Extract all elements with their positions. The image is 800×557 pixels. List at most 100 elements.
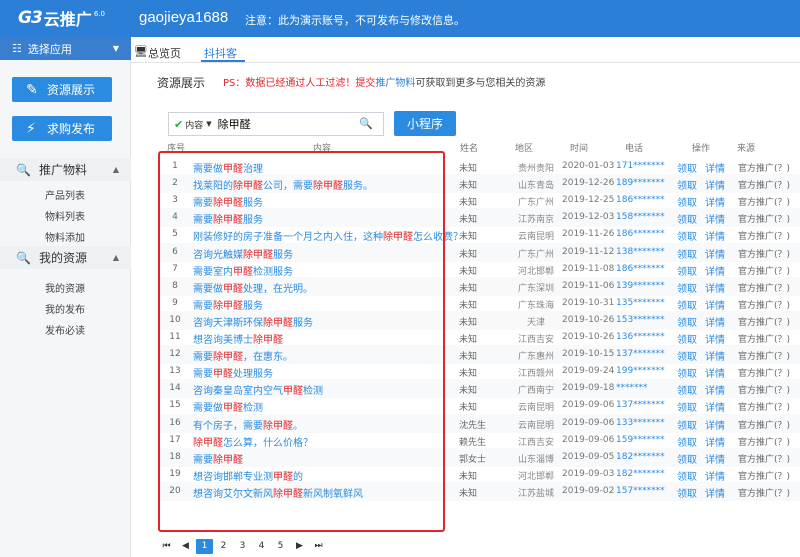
buy-publish-button[interactable]: ⚡ 求购发布: [12, 116, 112, 141]
sidebar-item-my-resources[interactable]: 我的资源: [45, 280, 85, 295]
detail-button[interactable]: 详情: [705, 382, 725, 397]
row-source[interactable]: 官方推广(？): [738, 349, 790, 362]
detail-button[interactable]: 详情: [705, 451, 725, 466]
row-source[interactable]: 官方推广(？): [738, 281, 790, 294]
page-1-button[interactable]: 1: [196, 538, 213, 554]
detail-button[interactable]: 详情: [705, 485, 725, 500]
row-source[interactable]: 官方推广(？): [738, 298, 790, 311]
search-icon[interactable]: 🔍: [359, 117, 373, 130]
detail-button[interactable]: 详情: [705, 211, 725, 226]
take-button[interactable]: 领取: [677, 314, 697, 329]
row-source[interactable]: 官方推广(？): [738, 161, 790, 174]
row-source[interactable]: 官方推广(？): [738, 332, 790, 345]
row-source[interactable]: 官方推广(？): [738, 366, 790, 379]
tab-doudouke[interactable]: 抖抖客: [204, 45, 237, 61]
username[interactable]: gaojieya1688: [139, 9, 228, 26]
page-2-button[interactable]: 2: [215, 539, 232, 554]
app-logo[interactable]: G3 云推广 6.0: [18, 7, 105, 29]
row-phone: 137*******: [616, 349, 665, 360]
sidebar-item-material-add[interactable]: 物料添加: [45, 229, 85, 244]
take-button[interactable]: 领取: [677, 485, 697, 500]
row-source[interactable]: 官方推广(？): [738, 264, 790, 277]
sidebar-item-publish-guide[interactable]: 发布必读: [45, 322, 85, 337]
row-source[interactable]: 官方推广(？): [738, 486, 790, 499]
tab-overview[interactable]: 总览页: [148, 45, 181, 61]
mini-program-button[interactable]: 小程序: [394, 111, 456, 136]
take-button[interactable]: 领取: [677, 280, 697, 295]
row-time: 2019-10-31: [562, 297, 615, 308]
detail-button[interactable]: 详情: [705, 280, 725, 295]
section-my-resources[interactable]: 🔍 我的资源 ▲: [0, 246, 131, 269]
detail-button[interactable]: 详情: [705, 434, 725, 449]
select-app-button[interactable]: ☷ 选择应用 ▼: [0, 37, 131, 60]
detail-button[interactable]: 详情: [705, 314, 725, 329]
detail-button[interactable]: 详情: [705, 228, 725, 243]
take-button[interactable]: 领取: [677, 399, 697, 414]
row-source[interactable]: 官方推广(？): [738, 418, 790, 431]
detail-button[interactable]: 详情: [705, 160, 725, 175]
row-source[interactable]: 官方推广(？): [738, 469, 790, 482]
next-page-icon[interactable]: ▶: [291, 539, 308, 554]
detail-button[interactable]: 详情: [705, 194, 725, 209]
take-button[interactable]: 领取: [677, 382, 697, 397]
take-button[interactable]: 领取: [677, 246, 697, 261]
search-field-dropdown[interactable]: 内容: [185, 118, 203, 131]
take-button[interactable]: 领取: [677, 211, 697, 226]
page-4-button[interactable]: 4: [253, 539, 270, 554]
row-time: 2019-09-06: [562, 400, 615, 411]
demo-notice: 注意：此为演示账号，不可发布与修改信息。: [245, 14, 465, 27]
take-button[interactable]: 领取: [677, 297, 697, 312]
detail-button[interactable]: 详情: [705, 297, 725, 312]
take-button[interactable]: 领取: [677, 177, 697, 192]
detail-button[interactable]: 详情: [705, 246, 725, 261]
resource-display-button[interactable]: ✎ 资源展示: [12, 77, 112, 102]
row-name: 未知: [459, 198, 478, 209]
prev-page-icon[interactable]: ◀: [177, 539, 194, 554]
caret-down-icon[interactable]: ▼: [206, 120, 211, 128]
take-button[interactable]: 领取: [677, 468, 697, 483]
row-source[interactable]: 官方推广(？): [738, 315, 790, 328]
row-area: 广东广州: [517, 198, 554, 209]
sidebar-item-my-publish[interactable]: 我的发布: [45, 301, 85, 316]
take-button[interactable]: 领取: [677, 417, 697, 432]
detail-button[interactable]: 详情: [705, 263, 725, 278]
detail-button[interactable]: 详情: [705, 331, 725, 346]
page-5-button[interactable]: 5: [272, 539, 289, 554]
take-button[interactable]: 领取: [677, 263, 697, 278]
take-button[interactable]: 领取: [677, 451, 697, 466]
section-promo-materials[interactable]: 🔍 推广物料 ▲: [0, 158, 131, 181]
row-area: 河北邯郸: [517, 471, 554, 482]
take-button[interactable]: 领取: [677, 194, 697, 209]
take-button[interactable]: 领取: [677, 160, 697, 175]
detail-button[interactable]: 详情: [705, 348, 725, 363]
row-time: 2019-09-03: [562, 468, 615, 479]
take-button[interactable]: 领取: [677, 331, 697, 346]
detail-button[interactable]: 详情: [705, 399, 725, 414]
select-app-label: 选择应用: [27, 42, 72, 56]
row-source[interactable]: 官方推广(？): [738, 229, 790, 242]
detail-button[interactable]: 详情: [705, 365, 725, 380]
first-page-icon[interactable]: ⏮: [158, 539, 175, 554]
ps-promo-link[interactable]: 推广物料: [375, 78, 415, 89]
row-area: 山东青岛: [517, 181, 554, 192]
take-button[interactable]: 领取: [677, 228, 697, 243]
take-button[interactable]: 领取: [677, 434, 697, 449]
take-button[interactable]: 领取: [677, 365, 697, 380]
row-source[interactable]: 官方推广(？): [738, 212, 790, 225]
row-source[interactable]: 官方推广(？): [738, 435, 790, 448]
take-button[interactable]: 领取: [677, 348, 697, 363]
detail-button[interactable]: 详情: [705, 468, 725, 483]
detail-button[interactable]: 详情: [705, 177, 725, 192]
sidebar-item-product-list[interactable]: 产品列表: [45, 187, 85, 202]
row-source[interactable]: 官方推广(？): [738, 383, 790, 396]
row-source[interactable]: 官方推广(？): [738, 195, 790, 208]
row-source[interactable]: 官方推广(？): [738, 178, 790, 191]
row-source[interactable]: 官方推广(？): [738, 247, 790, 260]
row-source[interactable]: 官方推广(？): [738, 452, 790, 465]
row-source[interactable]: 官方推广(？): [738, 400, 790, 413]
page-3-button[interactable]: 3: [234, 539, 251, 554]
detail-button[interactable]: 详情: [705, 417, 725, 432]
last-page-icon[interactable]: ⏭: [310, 539, 327, 554]
sidebar-item-material-list[interactable]: 物料列表: [45, 208, 85, 223]
search-input[interactable]: 除甲醛: [218, 116, 251, 132]
